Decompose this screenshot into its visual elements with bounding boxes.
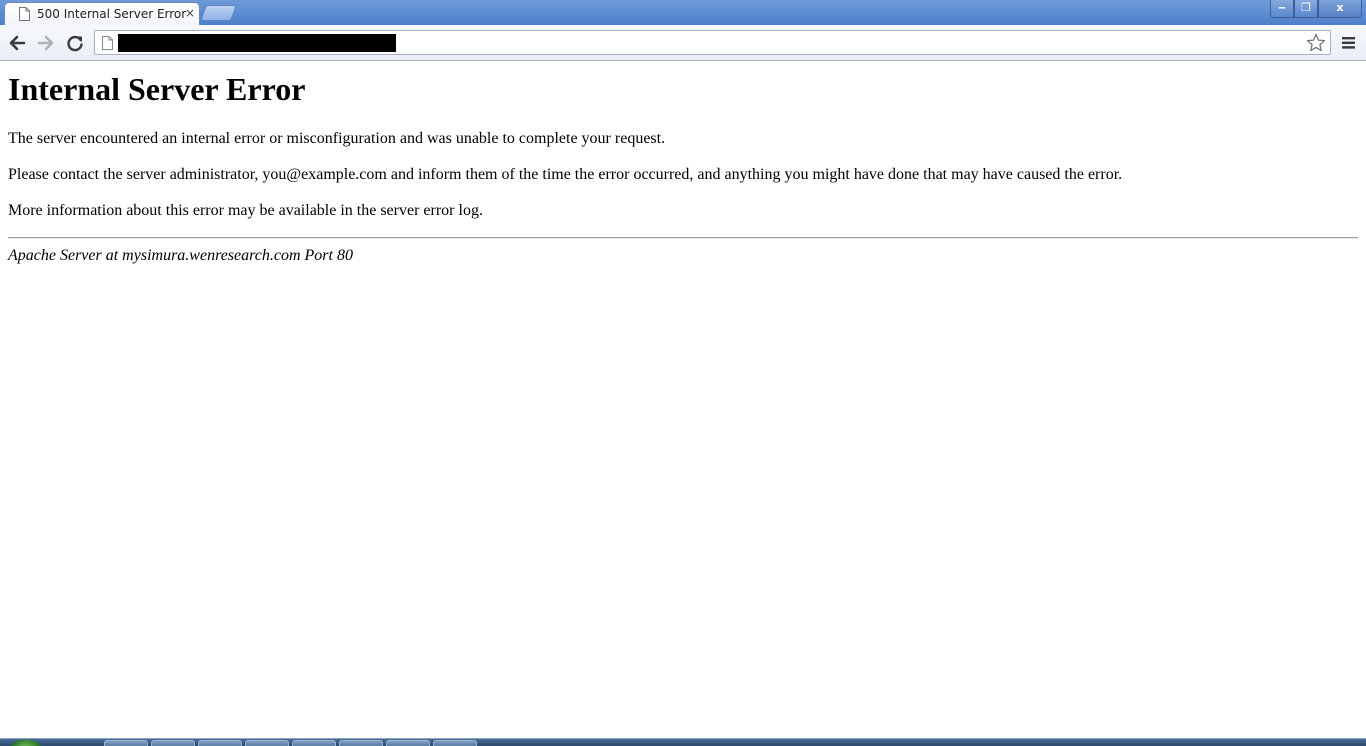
error-paragraph-2: Please contact the server administrator,… xyxy=(8,166,1123,183)
minimize-button[interactable]: ‒ xyxy=(1270,0,1294,18)
divider xyxy=(8,237,1358,239)
forward-button[interactable] xyxy=(35,32,57,54)
arrow-right-icon xyxy=(37,35,54,51)
browser-toolbar xyxy=(0,25,1366,61)
taskbar-item[interactable] xyxy=(339,740,383,746)
start-button[interactable] xyxy=(8,740,44,746)
maximize-button[interactable]: ❐ xyxy=(1294,0,1318,18)
back-button[interactable] xyxy=(6,32,28,54)
new-tab-button[interactable] xyxy=(200,5,237,21)
close-window-button[interactable]: x xyxy=(1318,0,1362,18)
taskbar-item[interactable] xyxy=(245,740,289,746)
tab-title: 500 Internal Server Error xyxy=(37,7,187,21)
os-taskbar xyxy=(0,738,1366,746)
star-icon[interactable] xyxy=(1306,33,1326,53)
page-title: Internal Server Error xyxy=(8,71,306,107)
taskbar-item[interactable] xyxy=(386,740,430,746)
url-text-redacted[interactable] xyxy=(118,34,396,52)
address-bar[interactable] xyxy=(94,30,1331,55)
taskbar-item[interactable] xyxy=(433,740,477,746)
browser-tab[interactable]: 500 Internal Server Error × xyxy=(4,2,200,26)
error-paragraph-3: More information about this error may be… xyxy=(8,202,483,219)
taskbar-item[interactable] xyxy=(151,740,195,746)
arrow-left-icon xyxy=(9,35,26,51)
page-icon xyxy=(102,36,113,50)
page-content: Internal Server Error The server encount… xyxy=(8,62,1358,265)
taskbar-item[interactable] xyxy=(198,740,242,746)
reload-button[interactable] xyxy=(64,32,86,54)
hamburger-menu-icon[interactable] xyxy=(1340,34,1358,52)
taskbar-item[interactable] xyxy=(292,740,336,746)
server-signature: Apache Server at mysimura.wenresearch.co… xyxy=(8,247,353,264)
taskbar-item[interactable] xyxy=(104,740,148,746)
tab-close-icon[interactable]: × xyxy=(183,6,197,20)
reload-icon xyxy=(67,35,83,52)
window-titlebar: 500 Internal Server Error × ‒ ❐ x xyxy=(0,0,1366,26)
error-paragraph-1: The server encountered an internal error… xyxy=(8,130,666,147)
page-icon xyxy=(19,7,30,21)
